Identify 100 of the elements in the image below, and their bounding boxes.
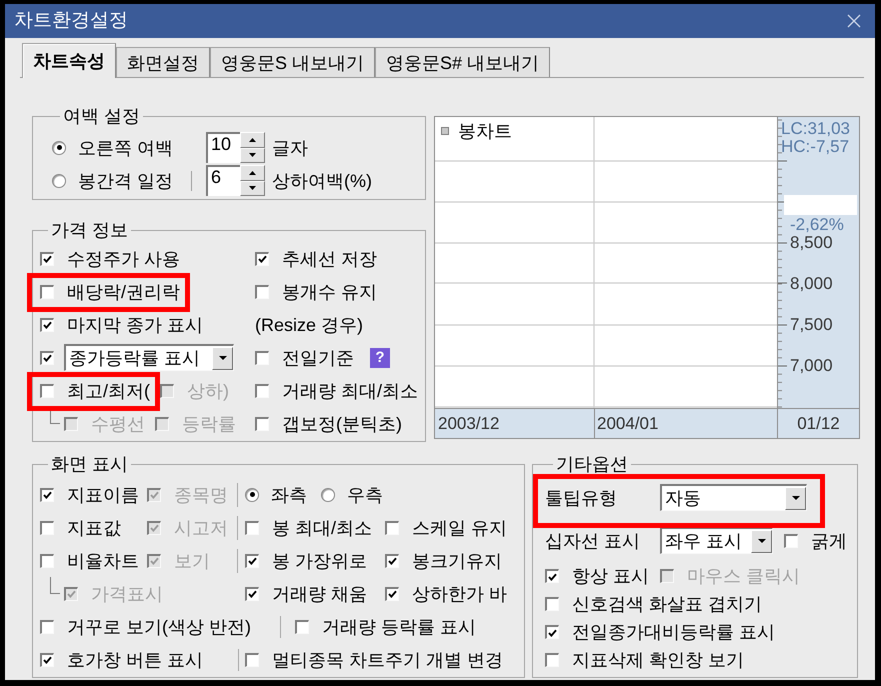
checkbox[interactable] (255, 416, 269, 430)
checkbox-label: 봉크기유지 (412, 550, 502, 572)
tab[interactable]: 화면설정 (116, 47, 210, 77)
radio-button[interactable] (245, 488, 259, 502)
window-title: 차트환경설정 (14, 10, 128, 32)
checkbox[interactable] (40, 252, 54, 266)
chart-info-text: HC:-7,57 (781, 138, 850, 156)
tab[interactable]: 영웅문S 내보내기 (210, 47, 376, 77)
dropdown[interactable]: 좌우 표시 (660, 527, 773, 554)
caret-down-icon (758, 539, 766, 543)
checkbox-label: 전일기준 (282, 346, 354, 368)
checkbox[interactable] (545, 569, 559, 583)
option-label: 툴팁유형 (545, 486, 617, 508)
radio-button[interactable] (321, 488, 335, 502)
dropdown-arrow-button[interactable] (751, 530, 772, 552)
checkmark-icon (388, 590, 397, 598)
checkbox[interactable] (245, 520, 259, 534)
checkbox[interactable] (245, 554, 259, 568)
checkbox-label: 종목명 (174, 484, 228, 506)
legend-label: 봉차트 (458, 120, 512, 142)
checkbox-label: 비율차트 (67, 550, 139, 572)
checkbox[interactable] (255, 384, 269, 398)
checkbox-label: 지표값 (67, 516, 121, 538)
checkmark-icon (43, 491, 52, 499)
checkbox-label: 봉 최대/최소 (272, 516, 372, 538)
group-title: 화면 표시 (50, 454, 130, 474)
checkbox[interactable] (385, 554, 399, 568)
checkbox[interactable] (40, 384, 54, 398)
checkbox-label: 멀티종목 차트주기 개별 변경 (272, 648, 504, 670)
checkbox[interactable] (40, 350, 54, 364)
checkmark-icon (150, 557, 159, 565)
checkbox[interactable] (40, 652, 54, 666)
checkbox[interactable] (40, 520, 54, 534)
tab[interactable]: 차트속성 (22, 43, 116, 78)
checkbox-label: 최고/최저( (67, 380, 150, 402)
checkbox-label: 마지막 종가 표시 (67, 314, 204, 336)
radio-label: 봉간격 일정 (78, 170, 174, 192)
checkmark-icon (248, 590, 257, 598)
checkbox-label: 상하한가 바 (412, 582, 508, 604)
checkbox[interactable] (545, 653, 559, 667)
dropdown[interactable]: 종가등락률 표시 (64, 344, 234, 371)
checkbox[interactable] (255, 350, 269, 364)
caret-down-icon (218, 356, 226, 360)
checkbox[interactable] (40, 318, 54, 332)
dropdown-arrow-button[interactable] (785, 486, 806, 510)
spin-up-button[interactable] (240, 132, 265, 148)
checkbox-label: 상하) (187, 380, 229, 402)
checkbox-label: 봉개수 유지 (282, 280, 378, 302)
checkbox[interactable] (40, 554, 54, 568)
caret-down-icon (792, 496, 800, 500)
checkbox-label: 등락률 (182, 412, 236, 434)
dropdown[interactable]: 자동 (660, 484, 807, 511)
number-field[interactable]: 10 (206, 132, 240, 163)
chart-info-text: LC:31,03 (781, 120, 850, 138)
checkmark-icon (548, 628, 557, 636)
checkbox[interactable] (545, 597, 559, 611)
group-title: 기타옵션 (555, 454, 629, 474)
tree-branch-line (50, 577, 60, 594)
checkbox[interactable] (385, 586, 399, 600)
caret-down-icon (249, 186, 256, 190)
dropdown-arrow-button[interactable] (212, 346, 233, 370)
checkbox[interactable] (245, 652, 259, 666)
price-label: 8,500 (790, 234, 833, 252)
checkbox[interactable] (295, 620, 309, 634)
radio-button[interactable] (52, 140, 66, 154)
checkbox[interactable] (40, 284, 54, 298)
group-title: 가격 정보 (50, 220, 130, 240)
checkbox-label: 굵게 (811, 530, 847, 552)
spin-down-button[interactable] (240, 180, 265, 196)
checkmark-icon (150, 524, 159, 532)
checkbox[interactable] (40, 488, 54, 502)
checkmark-icon (43, 656, 52, 664)
checkbox[interactable] (255, 252, 269, 266)
checkbox[interactable] (245, 586, 259, 600)
checkbox-label: 갭보정(분틱초) (282, 412, 402, 434)
checkbox-label: 시고저 (174, 516, 228, 538)
checkbox[interactable] (385, 520, 399, 534)
checkbox-label: 보기 (174, 550, 210, 572)
checkmark-icon (248, 557, 257, 565)
spin-down-button[interactable] (240, 148, 265, 163)
tab[interactable]: 영웅문S# 내보내기 (375, 47, 550, 77)
close-icon (847, 14, 861, 28)
checkbox-label: 거래량 등락률 표시 (322, 616, 476, 638)
checkbox[interactable] (545, 625, 559, 639)
checkbox-label: 수평선 (91, 412, 145, 434)
spin-up-button[interactable] (240, 165, 265, 180)
caret-up-icon (249, 170, 256, 175)
number-field[interactable]: 6 (206, 165, 240, 196)
checkbox[interactable] (255, 284, 269, 298)
checkbox-label: 지표삭제 확인창 보기 (572, 649, 744, 671)
checkbox-label: 거래량 최대/최소 (282, 380, 418, 402)
close-button[interactable] (846, 13, 862, 29)
checkbox[interactable] (40, 620, 54, 634)
help-button[interactable]: ? (370, 348, 390, 368)
checkbox-label: 봉 가장위로 (272, 550, 368, 572)
radio-button[interactable] (52, 174, 66, 188)
date-label: 2003/12 (438, 412, 500, 434)
checkbox[interactable] (784, 534, 798, 548)
legend-square-icon (441, 127, 449, 135)
checkbox-label: 신호검색 화살표 겹치기 (572, 593, 762, 615)
